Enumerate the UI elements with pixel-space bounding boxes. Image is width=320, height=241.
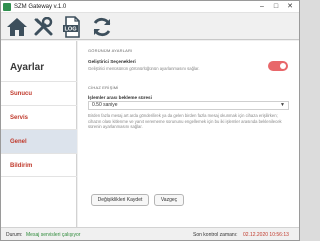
sidebar-item-genel[interactable]: Genel [1,129,77,153]
section-title-device-access: CİHAZ ERİŞİMİ [88,85,119,90]
developer-options-label: Geliştirici Seçenekleri [88,59,136,64]
maximize-button[interactable]: □ [269,1,283,13]
refresh-icon [93,17,111,37]
status-label: Durum: [6,232,23,238]
wait-time-value: 0.50 saniye [92,102,118,108]
minimize-button[interactable]: – [255,1,269,13]
chevron-down-icon: ▼ [280,102,285,108]
toolbar: LOG [1,13,299,40]
app-logo-icon [3,3,11,11]
close-button[interactable]: ✕ [283,1,297,13]
settings-tools-icon [34,17,53,36]
refresh-button[interactable] [89,15,115,39]
section-title-view: GÖRÜNÜM AYARLARI [88,48,133,53]
last-check-label: Son kontrol zamanı: [193,232,238,238]
status-value: Mesaj servisleri çalışıyor [26,232,81,238]
app-window: SZM Gateway v.1.0 – □ ✕ LOG Ayarlar Sunu… [0,0,300,241]
settings-button[interactable] [31,15,57,39]
sidebar-item-sunucu[interactable]: Sunucu [1,81,77,105]
developer-options-toggle[interactable] [268,61,288,71]
sidebar-title: Ayarlar [10,62,45,73]
sidebar-item-servis[interactable]: Servis [1,105,77,129]
home-button[interactable] [4,15,30,39]
window-title: SZM Gateway v.1.0 [14,4,67,10]
wait-time-label: İşlemler arası bekleme süresi [88,95,152,100]
last-check-value: 02.12.2020 10:56:13 [243,232,289,238]
log-icon-label: LOG [64,27,76,33]
title-bar: SZM Gateway v.1.0 – □ ✕ [1,1,299,13]
wait-time-select[interactable]: 0.50 saniye ▼ [88,101,289,110]
settings-sidebar: Ayarlar Sunucu Servis Genel Bildirim [1,41,77,227]
developer-options-description: Geliştirici menüsünün görünürlüğünün aya… [88,66,200,71]
home-icon [7,18,27,36]
toggle-knob [280,63,286,69]
log-document-icon: LOG [63,16,80,38]
wait-time-description: Birden fazla mesaj art arda gönderilirek… [88,113,282,129]
log-button[interactable]: LOG [59,15,85,39]
sidebar-item-bildirim[interactable]: Bildirim [1,153,77,177]
save-changes-button[interactable]: Değişiklikleri Kaydet [91,194,149,206]
status-bar: Durum: Mesaj servisleri çalışıyor Son ko… [1,227,299,240]
cancel-button[interactable]: Vazgeç [154,194,184,206]
